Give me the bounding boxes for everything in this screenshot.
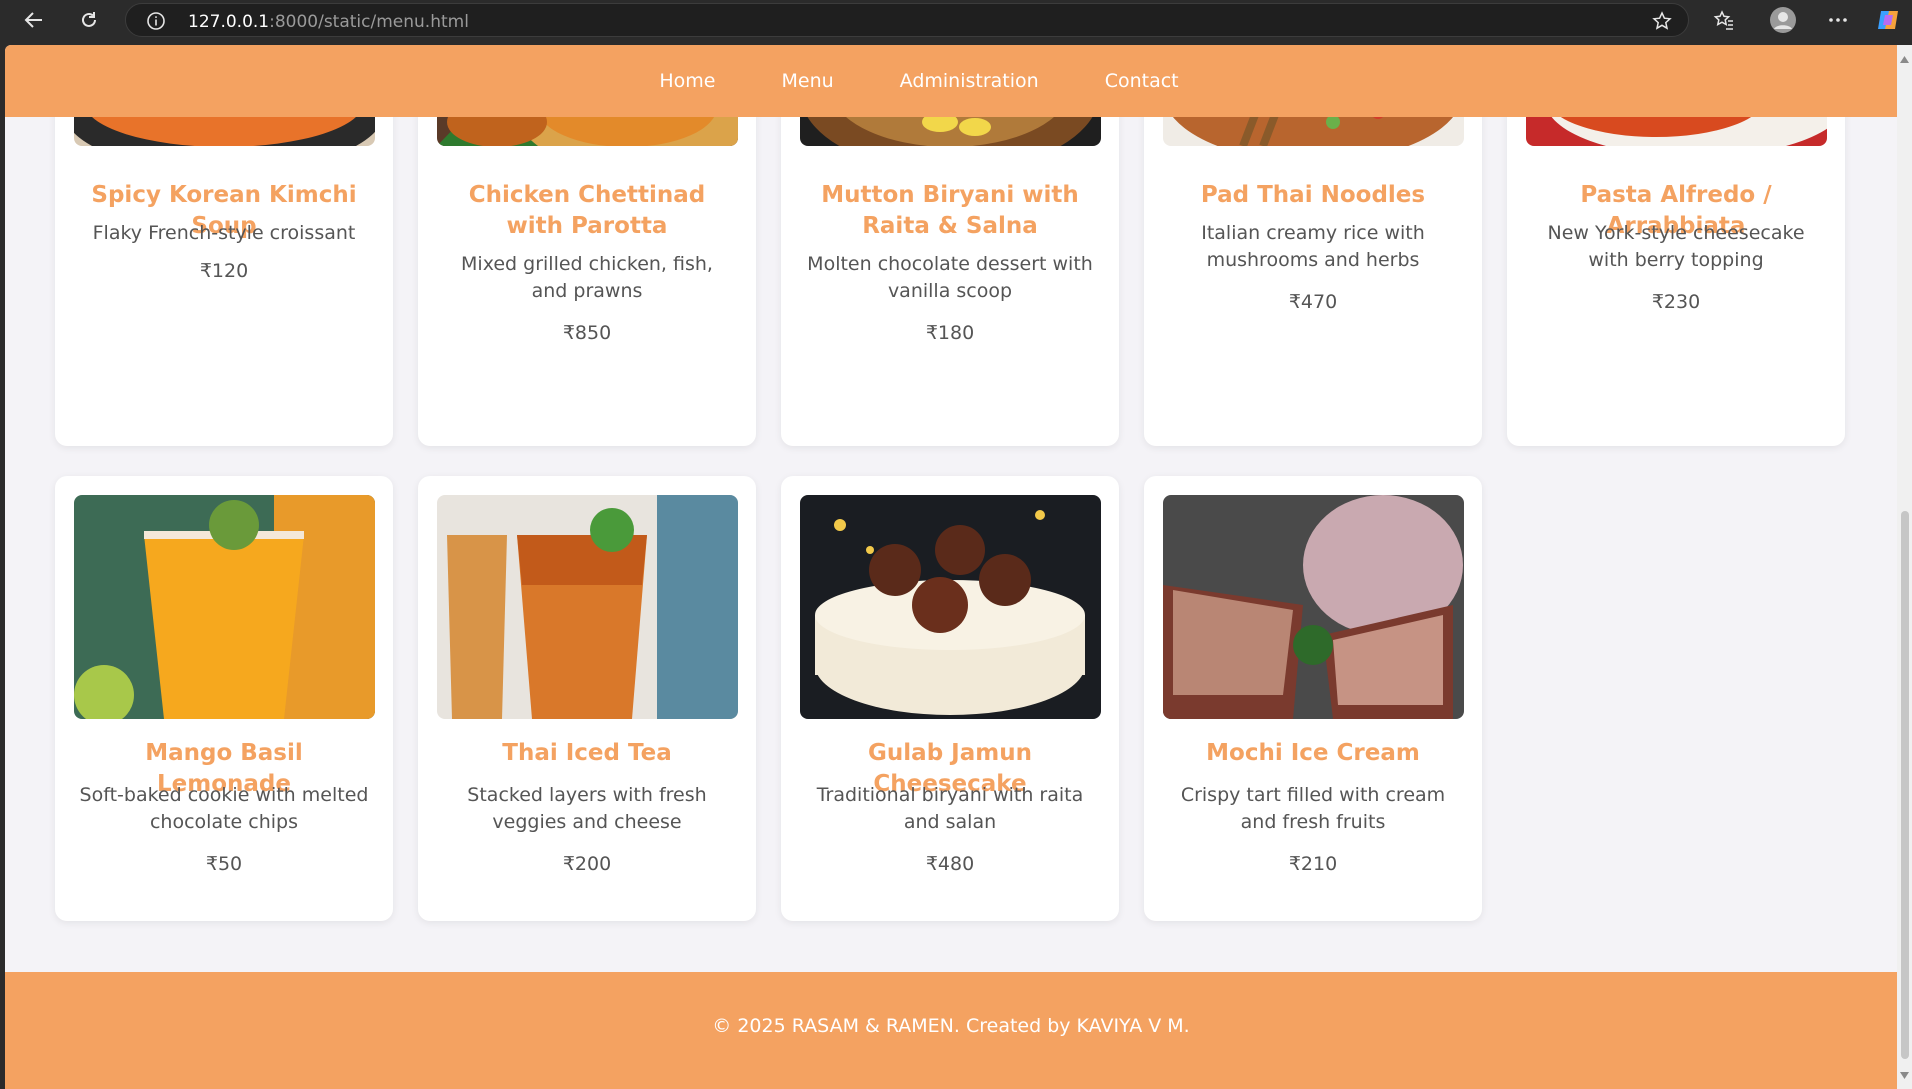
item-price: ₹50	[205, 853, 243, 875]
item-price: ₹470	[1288, 291, 1338, 313]
item-title: Chicken Chettinad with Parotta	[468, 182, 706, 239]
item-price: ₹850	[562, 322, 612, 344]
top-nav: Home Menu Administration Contact	[5, 45, 1897, 117]
item-description: Molten chocolate dessert with vanilla sc…	[807, 253, 1093, 302]
profile-avatar-icon[interactable]	[1767, 4, 1799, 36]
favorites-icon[interactable]	[1708, 4, 1740, 36]
item-price: ₹210	[1288, 853, 1338, 875]
copilot-icon[interactable]	[1872, 4, 1904, 36]
nav-menu[interactable]: Menu	[748, 70, 866, 92]
browser-toolbar: 127.0.0.1:8000/static/menu.html	[0, 0, 1912, 40]
item-description: Italian creamy rice with mushrooms and h…	[1201, 222, 1425, 271]
item-title: Thai Iced Tea	[502, 740, 672, 766]
item-description: Soft-baked cookie with melted chocolate …	[79, 784, 369, 833]
item-description: Traditional biryani with raita and salan	[816, 784, 1084, 833]
item-title: Mutton Biryani with Raita & Salna	[821, 182, 1079, 239]
menu-card[interactable]: Mochi Ice Cream Crispy tart filled with …	[1144, 476, 1482, 921]
url-host: 127.0.0.1	[188, 12, 270, 32]
scrollbar-thumb[interactable]	[1901, 511, 1909, 1059]
reload-icon[interactable]	[73, 4, 105, 36]
url-text: 127.0.0.1:8000/static/menu.html	[188, 12, 469, 32]
item-price: ₹480	[925, 853, 975, 875]
favorite-star-icon[interactable]	[1652, 11, 1672, 36]
scroll-up-arrow-icon[interactable]	[1900, 50, 1909, 68]
item-title: Mochi Ice Cream	[1206, 740, 1420, 766]
food-image	[437, 495, 738, 719]
page-footer: © 2025 RASAM & RAMEN. Created by KAVIYA …	[5, 972, 1897, 1089]
item-price: ₹120	[199, 260, 249, 282]
menu-card[interactable]: Thai Iced Tea Stacked layers with fresh …	[418, 476, 756, 921]
nav-contact[interactable]: Contact	[1072, 70, 1212, 92]
menu-card[interactable]: Mango Basil Lemonade Soft-baked cookie w…	[55, 476, 393, 921]
nav-home[interactable]: Home	[626, 70, 748, 92]
item-price: ₹230	[1651, 291, 1701, 313]
item-description: Crispy tart filled with cream and fresh …	[1180, 784, 1446, 833]
site-info-icon[interactable]	[146, 11, 166, 36]
back-icon[interactable]	[18, 4, 50, 36]
food-image	[1163, 495, 1464, 719]
page-scrollbar[interactable]	[1897, 45, 1912, 1089]
item-price: ₹180	[925, 322, 975, 344]
food-image	[800, 495, 1101, 719]
address-bar[interactable]: 127.0.0.1:8000/static/menu.html	[125, 3, 1689, 37]
footer-text: © 2025 RASAM & RAMEN. Created by KAVIYA …	[712, 1014, 1190, 1037]
item-description: Stacked layers with fresh veggies and ch…	[467, 784, 707, 833]
nav-administration[interactable]: Administration	[867, 70, 1072, 92]
more-options-icon[interactable]	[1822, 4, 1854, 36]
page-viewport: Home Menu Administration Contact Spicy K…	[5, 45, 1897, 1089]
food-image	[74, 495, 375, 719]
item-description: Mixed grilled chicken, fish, and prawns	[461, 253, 713, 302]
item-title: Pad Thai Noodles	[1200, 182, 1426, 208]
item-price: ₹200	[562, 853, 612, 875]
menu-card[interactable]: Gulab Jamun Cheesecake Traditional birya…	[781, 476, 1119, 921]
scroll-down-arrow-icon[interactable]	[1900, 1066, 1909, 1084]
url-path: :8000/static/menu.html	[269, 12, 469, 32]
item-description: Flaky French-style croissant	[92, 222, 356, 244]
item-description: New York-style cheesecake with berry top…	[1547, 222, 1805, 271]
